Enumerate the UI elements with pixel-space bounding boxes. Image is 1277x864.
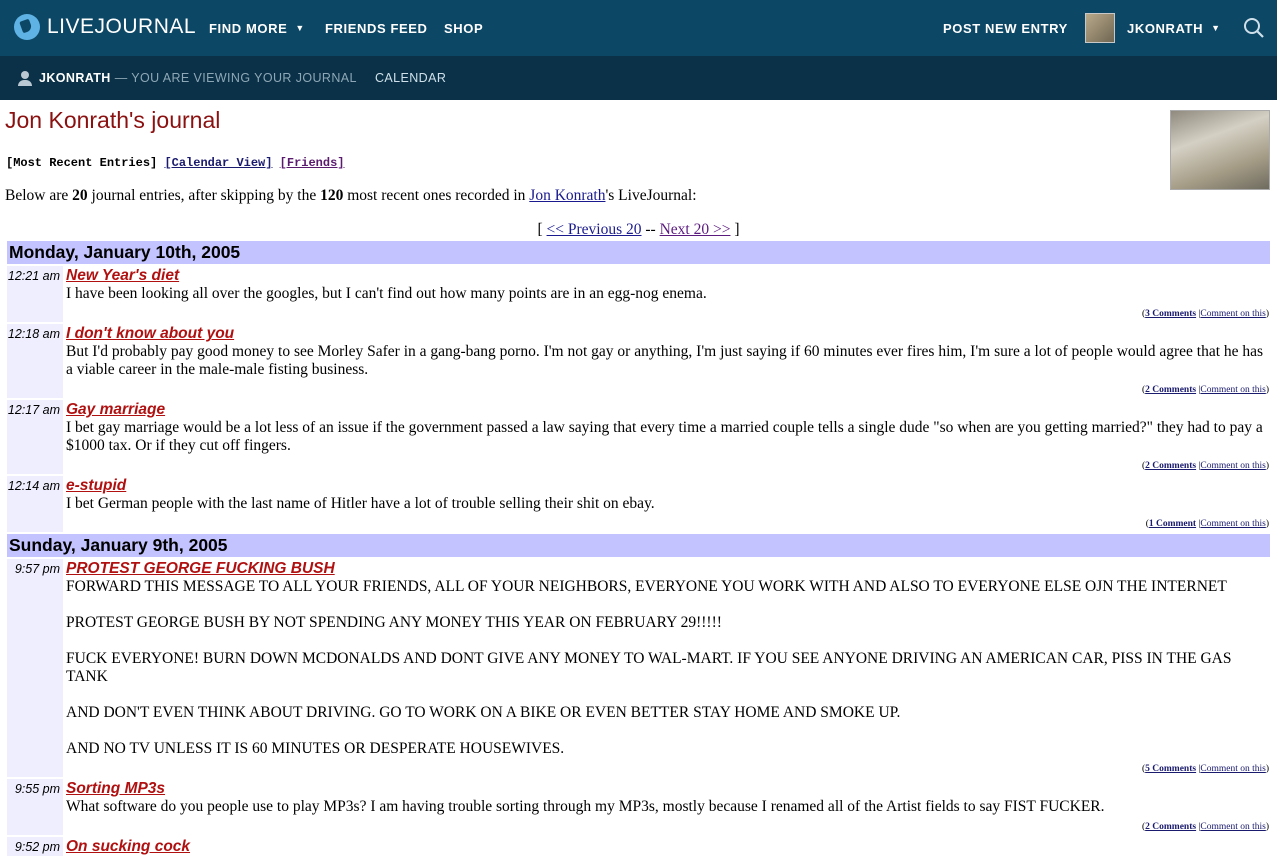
- entry-time: 12:14 am: [7, 476, 63, 532]
- nav-find-more[interactable]: FIND MORE ▼: [209, 0, 305, 56]
- pagination: [ << Previous 20 -- Next 20 >> ]: [0, 221, 1277, 239]
- user-menu-label: JKONRATH: [1127, 20, 1204, 36]
- entry-subject-link[interactable]: Sorting MP3s: [66, 779, 1270, 798]
- view-calendar-link[interactable]: [Calendar View]: [164, 156, 272, 170]
- view-friends-link[interactable]: [Friends]: [280, 156, 345, 170]
- avatar: [1085, 13, 1115, 43]
- page-title: Jon Konrath's journal: [5, 107, 221, 133]
- nav-friends-feed[interactable]: FRIENDS FEED: [325, 0, 428, 56]
- comments-link[interactable]: 5 Comments: [1145, 764, 1196, 774]
- comments-count: 3 Comments: [1145, 309, 1197, 319]
- journal-owner[interactable]: JKONRATH — YOU ARE VIEWING YOUR JOURNAL: [18, 56, 357, 100]
- entry-subject-link[interactable]: I don't know about you: [66, 324, 1270, 343]
- journal-entry: 12:21 am New Year's diet I have been loo…: [7, 266, 1270, 322]
- entry-count: 20: [72, 187, 88, 204]
- search-button[interactable]: [1243, 0, 1265, 56]
- intro-text: 's LiveJournal:: [605, 187, 697, 204]
- journal-views: [Most Recent Entries] [Calendar View] [F…: [6, 156, 344, 170]
- journal-entry: 9:55 pm Sorting MP3s What software do yo…: [7, 779, 1270, 835]
- journal-entry: 12:17 am Gay marriage I bet gay marriage…: [7, 400, 1270, 474]
- entry-body: FORWARD THIS MESSAGE TO ALL YOUR FRIENDS…: [66, 578, 1232, 757]
- comment-on-this-link[interactable]: Comment on this: [1200, 461, 1265, 471]
- livejournal-logo-icon: [14, 14, 40, 40]
- comments-count: 5 Comments: [1145, 764, 1197, 774]
- chevron-down-icon: ▼: [1211, 23, 1221, 33]
- entry-time: 12:17 am: [7, 400, 63, 474]
- entry-comment-links: (2 Comments |Comment on this): [1141, 461, 1269, 471]
- entry-time: 9:57 pm: [7, 559, 63, 777]
- pager-separator: --: [641, 221, 660, 238]
- comments-count: 1 Comment: [1148, 519, 1197, 529]
- comments-link[interactable]: 2 Comments: [1145, 822, 1196, 832]
- comment-on-this-link[interactable]: Comment on this: [1200, 822, 1265, 832]
- day-header: Monday, January 10th, 2005: [7, 241, 1270, 264]
- pager-bracket: [: [537, 221, 547, 238]
- comment-on-this-link[interactable]: Comment on this: [1200, 309, 1265, 319]
- intro-text: most recent ones recorded in: [343, 187, 530, 204]
- entry-subject-link[interactable]: On sucking cock: [66, 837, 1270, 856]
- user-menu[interactable]: JKONRATH ▼: [1085, 0, 1221, 56]
- entry-body: But I'd probably pay good money to see M…: [66, 343, 1264, 378]
- comment-on-this-link[interactable]: Comment on this: [1200, 385, 1265, 395]
- entry-comment-links: (5 Comments |Comment on this): [1141, 764, 1269, 774]
- journal-entry: 12:18 am I don't know about you But I'd …: [7, 324, 1270, 398]
- journal-entry: 9:57 pm PROTEST GEORGE FUCKING BUSH FORW…: [7, 559, 1270, 777]
- entries-list: Monday, January 10th, 2005 12:21 am New …: [7, 241, 1270, 858]
- comments-count: 2 Comments: [1145, 385, 1197, 395]
- search-icon: [1244, 18, 1264, 38]
- nav-find-more-label: FIND MORE: [209, 20, 288, 36]
- comments-link[interactable]: 1 Comment: [1149, 519, 1196, 529]
- pager-bracket: ]: [730, 221, 740, 238]
- user-icon: [18, 70, 32, 86]
- entry-comment-links: (3 Comments |Comment on this): [1141, 309, 1269, 319]
- comments-link[interactable]: 2 Comments: [1145, 461, 1196, 471]
- entry-subject-link[interactable]: e-stupid: [66, 476, 1270, 495]
- chevron-down-icon: ▼: [295, 23, 305, 33]
- owner-profile-link[interactable]: Jon Konrath: [529, 187, 605, 204]
- entry-body: I bet German people with the last name o…: [66, 495, 655, 512]
- day-header: Sunday, January 9th, 2005: [7, 534, 1270, 557]
- entry-time: 9:55 pm: [7, 779, 63, 835]
- next-page-link[interactable]: Next 20 >>: [660, 221, 731, 238]
- entry-subject-link[interactable]: Gay marriage: [66, 400, 1270, 419]
- journal-entry: 9:52 pm On sucking cock: [7, 837, 1270, 856]
- comments-link[interactable]: 2 Comments: [1145, 385, 1196, 395]
- comment-on-this-link[interactable]: Comment on this: [1200, 519, 1265, 529]
- journal-owner-name: JKONRATH: [39, 71, 111, 85]
- comment-on-this-link[interactable]: Comment on this: [1200, 764, 1265, 774]
- entry-time: 9:52 pm: [7, 837, 63, 856]
- intro-text: Below are: [5, 187, 73, 204]
- entry-subject-link[interactable]: New Year's diet: [66, 266, 1270, 285]
- entry-subject-link[interactable]: PROTEST GEORGE FUCKING BUSH: [66, 559, 1270, 578]
- entry-body: I bet gay marriage would be a lot less o…: [66, 419, 1263, 454]
- entry-comment-links: (1 Comment |Comment on this): [1145, 519, 1269, 529]
- entry-comment-links: (2 Comments |Comment on this): [1141, 822, 1269, 832]
- post-new-entry-button[interactable]: POST NEW ENTRY: [943, 0, 1068, 56]
- viewing-status: — YOU ARE VIEWING YOUR JOURNAL: [114, 71, 357, 85]
- comments-count: 2 Comments: [1145, 822, 1197, 832]
- entry-body: What software do you people use to play …: [66, 798, 1105, 815]
- brand-name: LIVEJOURNAL: [47, 15, 197, 38]
- comments-count: 2 Comments: [1145, 461, 1197, 471]
- entry-body: I have been looking all over the googles…: [66, 285, 707, 302]
- journal-userpic: [1170, 110, 1270, 190]
- comments-link[interactable]: 3 Comments: [1145, 309, 1196, 319]
- entry-comment-links: (2 Comments |Comment on this): [1141, 385, 1269, 395]
- livejournal-logo[interactable]: LIVEJOURNAL: [14, 13, 196, 41]
- nav-calendar[interactable]: CALENDAR: [375, 56, 446, 100]
- previous-page-link[interactable]: << Previous 20: [547, 221, 642, 238]
- entry-time: 12:18 am: [7, 324, 63, 398]
- nav-shop[interactable]: SHOP: [444, 0, 483, 56]
- skip-count: 120: [320, 187, 344, 204]
- journal-entry: 12:14 am e-stupid I bet German people wi…: [7, 476, 1270, 532]
- journal-intro: Below are 20 journal entries, after skip…: [5, 187, 697, 205]
- entry-time: 12:21 am: [7, 266, 63, 322]
- view-recent-entries: [Most Recent Entries]: [6, 156, 158, 170]
- intro-text: journal entries, after skipping by the: [87, 187, 321, 204]
